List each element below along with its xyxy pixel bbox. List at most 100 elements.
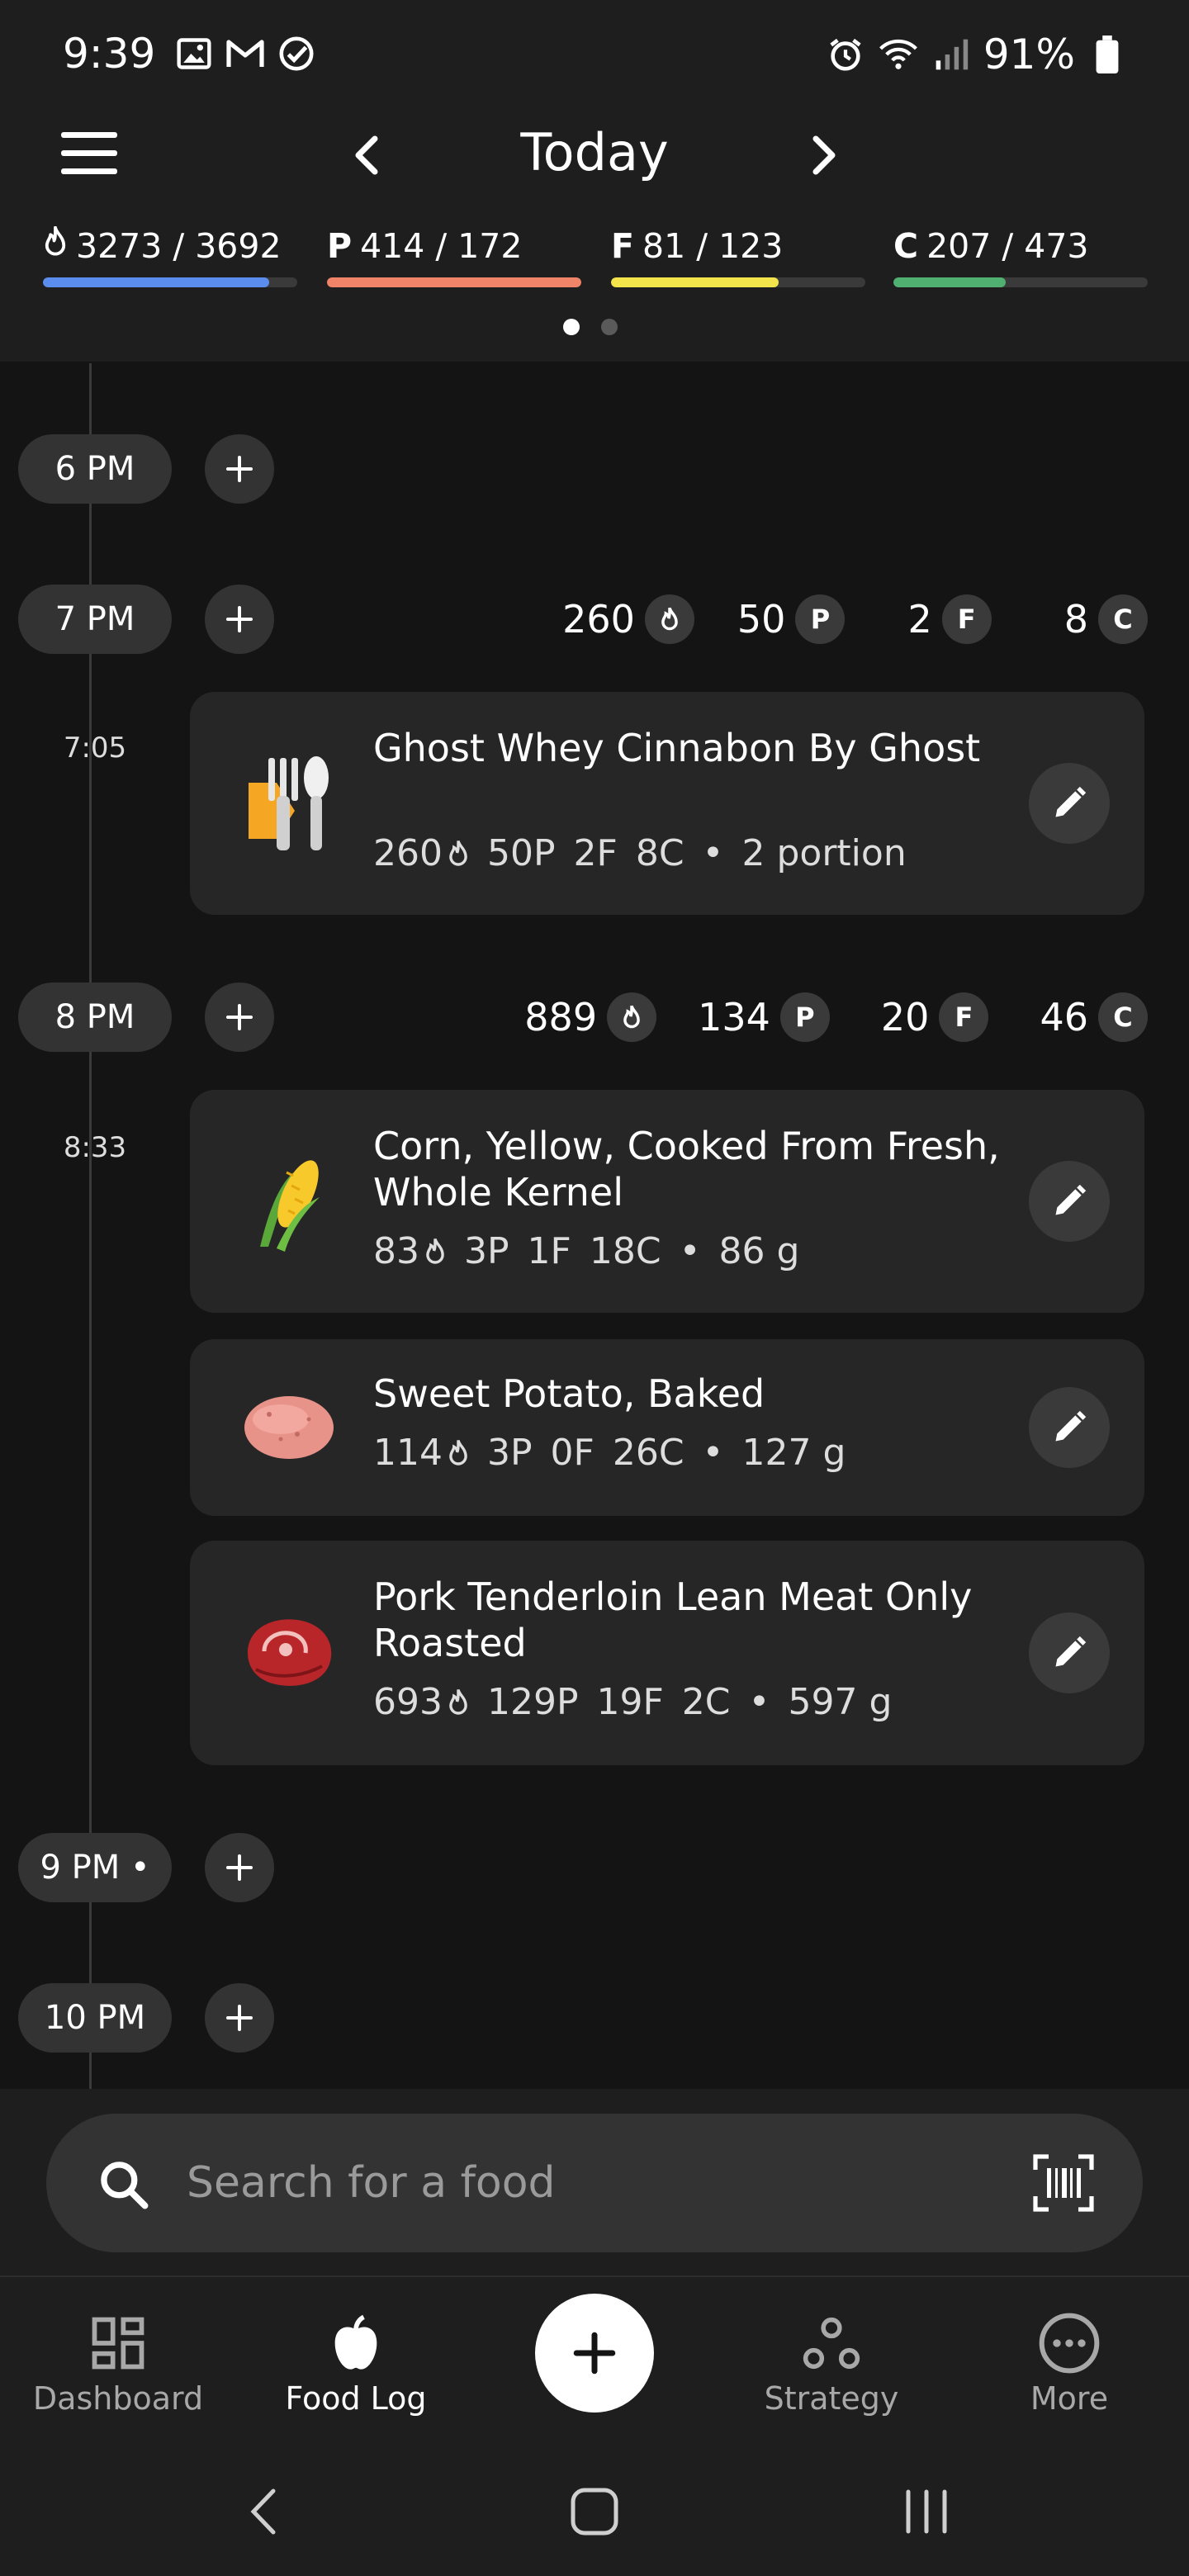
edit-food-button[interactable] — [1029, 1161, 1110, 1242]
page-dot[interactable] — [601, 319, 618, 335]
carbs-summary[interactable]: C 207 / 473 — [893, 223, 1148, 297]
food-entry-card[interactable]: Corn, Yellow, Cooked From Fresh, Whole K… — [190, 1090, 1144, 1313]
hour-calories: 260 — [562, 597, 635, 642]
status-time: 9:39 — [63, 30, 156, 78]
day-title[interactable]: Today — [429, 116, 760, 190]
food-quantity: 597 g — [788, 1681, 893, 1723]
next-day-button[interactable] — [794, 122, 852, 188]
food-fat: 19F — [596, 1681, 664, 1723]
food-fat: 0F — [550, 1432, 594, 1474]
add-food-6pm-button[interactable] — [205, 434, 274, 504]
nav-food-log[interactable]: Food Log — [253, 2310, 459, 2421]
flame-icon — [644, 594, 694, 644]
hour-calories: 889 — [524, 995, 598, 1039]
more-icon — [966, 2310, 1172, 2376]
plus-icon — [573, 2332, 616, 2375]
page-dot[interactable] — [563, 319, 580, 335]
alarm-icon — [825, 34, 866, 75]
search-input[interactable] — [187, 2142, 930, 2224]
food-name: Sweet Potato, Baked — [373, 1371, 765, 1416]
protein-progress-bar — [327, 277, 581, 287]
plus-icon — [226, 2005, 253, 2031]
nav-label: More — [1030, 2380, 1109, 2417]
nav-label: Dashboard — [32, 2380, 204, 2417]
signal-icon — [931, 34, 972, 75]
utensils-icon — [231, 746, 347, 861]
nav-more[interactable]: More — [966, 2310, 1172, 2421]
edit-food-button[interactable] — [1029, 1612, 1110, 1693]
food-name: Corn, Yellow, Cooked From Fresh, Whole K… — [373, 1124, 1000, 1215]
food-quantity: 2 portion — [741, 832, 907, 874]
search-icon — [96, 2157, 152, 2216]
calories-value: 3273 / 3692 — [76, 226, 282, 266]
food-protein: 3P — [486, 1432, 533, 1474]
menu-button[interactable] — [54, 127, 124, 180]
hour-fat: 20 — [880, 995, 930, 1039]
dashboard-icon — [15, 2310, 221, 2376]
previous-day-button[interactable] — [339, 122, 396, 188]
fat-badge: F — [941, 594, 992, 644]
add-food-8pm-button[interactable] — [205, 983, 274, 1052]
edit-food-button[interactable] — [1029, 763, 1110, 844]
entry-time: 8:33 — [63, 1131, 127, 1164]
food-entry-card[interactable]: Pork Tenderloin Lean Meat Only Roasted 6… — [190, 1541, 1144, 1765]
potato-icon — [231, 1370, 347, 1485]
food-protein: 3P — [464, 1230, 509, 1272]
protein-progress-fill — [327, 277, 581, 287]
add-food-10pm-button[interactable] — [205, 1983, 274, 2053]
calories-progress-fill — [43, 277, 270, 287]
food-protein: 50P — [486, 832, 556, 874]
edit-food-button[interactable] — [1029, 1387, 1110, 1468]
food-carbs: 2C — [681, 1681, 731, 1723]
hour-totals: 260 50 P 2 F 8 C — [562, 585, 1148, 654]
battery-percent: 91% — [983, 31, 1075, 78]
food-carbs: 8C — [635, 832, 685, 874]
separator: • — [702, 832, 724, 874]
hour-row-9pm: 9 PM • — [0, 1833, 1189, 1902]
carbs-badge: C — [1098, 594, 1148, 644]
food-quantity: 86 g — [718, 1230, 800, 1272]
food-calories: 260 — [373, 832, 443, 874]
check-circle-icon — [276, 33, 317, 74]
food-quantity: 127 g — [741, 1432, 846, 1474]
food-name: Pork Tenderloin Lean Meat Only Roasted — [373, 1574, 973, 1665]
barcode-scan-icon[interactable] — [1032, 2153, 1095, 2213]
hour-carbs: 8 — [1063, 597, 1088, 642]
food-calories: 83 — [373, 1230, 419, 1272]
hour-label: 9 PM • — [18, 1833, 172, 1902]
search-bar[interactable] — [46, 2114, 1143, 2252]
pencil-icon — [1055, 1410, 1087, 1442]
system-back-icon[interactable] — [223, 2479, 306, 2545]
add-food-9pm-button[interactable] — [205, 1833, 274, 1902]
flame-icon — [426, 1238, 444, 1264]
add-food-7pm-button[interactable] — [205, 585, 274, 654]
pencil-icon — [1055, 1636, 1087, 1667]
add-button[interactable] — [535, 2294, 654, 2413]
system-home-icon[interactable] — [553, 2479, 636, 2545]
hour-row-10pm: 10 PM — [0, 1983, 1189, 2053]
food-entry-card[interactable]: Ghost Whey Cinnabon By Ghost 260 50P 2F … — [190, 692, 1144, 915]
protein-letter: P — [327, 226, 353, 266]
separator: • — [702, 1432, 724, 1474]
nav-label: Food Log — [285, 2380, 427, 2417]
bottom-nav: Dashboard Food Log Strategy More — [0, 2275, 1189, 2446]
fat-badge: F — [939, 992, 989, 1042]
system-recents-icon[interactable] — [885, 2479, 968, 2545]
search-area — [0, 2089, 1189, 2275]
fat-value: 81 / 123 — [642, 226, 784, 266]
calories-summary[interactable]: 3273 / 3692 — [43, 223, 297, 297]
carbs-progress-fill — [893, 277, 1006, 287]
nav-strategy[interactable]: Strategy — [728, 2310, 935, 2421]
food-entry-card[interactable]: Sweet Potato, Baked 114 3P 0F 26C • 127 … — [190, 1339, 1144, 1516]
carbs-progress-bar — [893, 277, 1148, 287]
hour-protein: 50 — [737, 597, 786, 642]
carbs-letter: C — [893, 226, 919, 266]
food-protein: 129P — [486, 1681, 579, 1723]
fat-summary[interactable]: F 81 / 123 — [611, 223, 865, 297]
nav-dashboard[interactable]: Dashboard — [15, 2310, 221, 2421]
nav-label: Strategy — [764, 2380, 899, 2417]
protein-summary[interactable]: P 414 / 172 — [327, 223, 581, 297]
hour-label: 8 PM — [18, 983, 172, 1052]
plus-icon — [226, 1004, 253, 1030]
notification-icons — [173, 33, 317, 74]
